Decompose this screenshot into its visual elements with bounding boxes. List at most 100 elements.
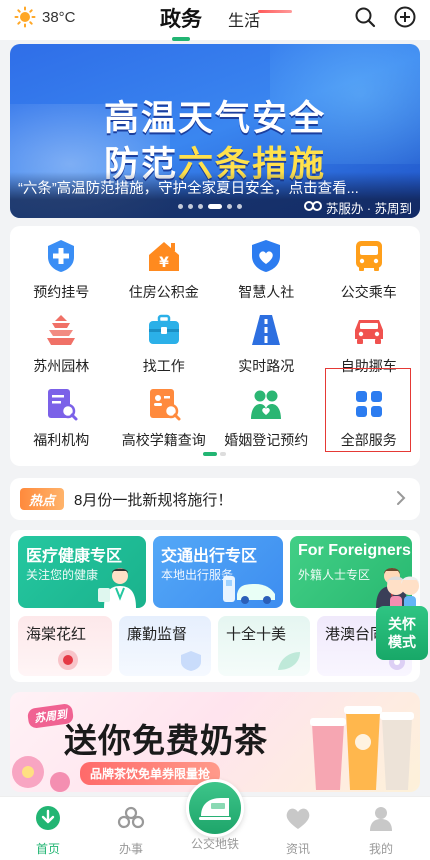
top-actions: [354, 6, 416, 33]
service-label: 住房公积金: [128, 284, 199, 300]
promo-headline: 送你免费奶茶: [64, 722, 268, 759]
top-bar: 38°C 政务 生活: [0, 0, 430, 41]
zone-lianqin[interactable]: 廉勤监督: [119, 616, 211, 676]
heart-icon: [284, 805, 312, 836]
service-label: 找工作: [142, 358, 185, 374]
care-mode-line2: 模式: [388, 634, 416, 650]
zone-title: 廉勤监督: [127, 626, 188, 643]
zones-panel: 医疗健康专区 关注您的健康 交通出行专区 本地出行服务 For Foreigne…: [10, 530, 420, 682]
service-label: 高校学籍查询: [121, 432, 206, 448]
service-housing-fund[interactable]: ¥ 住房公积金: [113, 230, 216, 304]
service-label: 智慧人社: [238, 284, 295, 300]
service-label: 婚姻登记预约: [224, 432, 309, 448]
nav-transit-label: 公交地铁: [190, 837, 239, 851]
nav-transit-button[interactable]: [186, 779, 244, 837]
sun-icon: [14, 6, 36, 28]
add-icon[interactable]: [394, 6, 416, 33]
zone-title: 医疗健康专区: [26, 548, 123, 565]
doctor-illustration: [98, 568, 136, 608]
service-bus[interactable]: 公交乘车: [318, 230, 421, 304]
service-marriage[interactable]: 婚姻登记预约: [215, 378, 318, 452]
banner-pagination: [178, 204, 242, 209]
zone-title: 交通出行专区: [161, 548, 258, 565]
road-icon: [246, 310, 286, 350]
hot-notice[interactable]: 热点 8月份一批新规将施行！: [10, 478, 420, 520]
tab-life[interactable]: 生活: [228, 7, 292, 39]
service-traffic[interactable]: 实时路况: [215, 304, 318, 378]
service-student-status[interactable]: 高校学籍查询: [113, 378, 216, 452]
highlight-box: [325, 368, 411, 452]
nav-mine[interactable]: 我的: [346, 805, 416, 857]
weather-temperature: 38°C: [42, 8, 76, 26]
service-appointment[interactable]: 预约挂号: [10, 230, 113, 304]
zone-subtitle: 关注您的健康: [26, 568, 99, 582]
nav-affairs-label: 办事: [118, 842, 143, 856]
profile-search-icon: [144, 384, 184, 424]
weather-widget[interactable]: 38°C: [14, 6, 76, 28]
zone-title: 海棠花红: [26, 626, 87, 643]
couple-icon: [246, 384, 286, 424]
tab-life-label: 生活: [228, 13, 261, 30]
car-icon: [349, 310, 389, 350]
leaf-icon: [278, 652, 300, 670]
hero-banner[interactable]: 高温天气安全 防范六条措施 “六条”高温防范措施，守护全家夏日安全，点击查看..…: [10, 44, 420, 218]
nav-transit[interactable]: 公交地铁: [180, 835, 250, 852]
zone-title: For Foreigners: [298, 542, 411, 559]
document-search-icon: [41, 384, 81, 424]
milk-tea-illustration: [310, 706, 414, 790]
pagination-dot[interactable]: [178, 204, 183, 209]
services-page-indicator: [203, 452, 226, 456]
flower-icon: [58, 650, 78, 670]
service-label: 公交乘车: [340, 284, 397, 300]
service-label: 预约挂号: [33, 284, 90, 300]
nav-news-label: 资讯: [285, 842, 310, 856]
zone-transport[interactable]: 交通出行专区 本地出行服务: [153, 536, 283, 608]
zone-haitang[interactable]: 海棠花红: [18, 616, 112, 676]
care-mode-label: 关怀 模式: [376, 606, 428, 660]
ev-car-illustration: [223, 576, 275, 604]
service-find-job[interactable]: 找工作: [113, 304, 216, 378]
banner-source: 苏服办 · 苏周到: [303, 198, 412, 217]
service-label: 苏州园林: [33, 358, 90, 374]
pagoda-icon: [41, 310, 81, 350]
tab-government[interactable]: 政务: [160, 3, 202, 41]
indicator-inactive: [220, 452, 226, 456]
service-suzhou-gardens[interactable]: 苏州园林: [10, 304, 113, 378]
pagination-dot[interactable]: [198, 204, 203, 209]
zone-shiquan[interactable]: 十全十美: [218, 616, 310, 676]
shield-icon: [181, 651, 201, 671]
suzhou-logo-icon: [303, 199, 322, 216]
zone-medical[interactable]: 医疗健康专区 关注您的健康: [18, 536, 146, 608]
banner-caption: “六条”高温防范措施，守护全家夏日安全，点击查看...: [18, 181, 359, 197]
nav-affairs[interactable]: 办事: [96, 805, 166, 857]
search-icon[interactable]: [354, 6, 376, 33]
briefcase-icon: [144, 310, 184, 350]
nav-mine-label: 我的: [368, 842, 393, 856]
user-icon: [368, 805, 394, 836]
zone-title: 十全十美: [226, 626, 287, 643]
service-label: 福利机构: [33, 432, 90, 448]
zone-subtitle: 外籍人士专区: [298, 568, 371, 582]
pagination-dot-active[interactable]: [208, 204, 222, 209]
pagination-dot[interactable]: [227, 204, 232, 209]
pagination-dot[interactable]: [188, 204, 193, 209]
notice-text: 8月份一批新规将施行！: [74, 491, 233, 509]
banner-headline-1: 高温天气安全: [103, 99, 326, 138]
svg-text:¥: ¥: [159, 255, 169, 271]
service-move-car[interactable]: 自助挪车: [318, 304, 421, 378]
service-social-security[interactable]: 智慧人社: [215, 230, 318, 304]
tab-life-indicator: [258, 10, 292, 13]
train-icon: [199, 798, 231, 820]
medical-cross-icon: [41, 236, 81, 276]
nav-news[interactable]: 资讯: [263, 805, 333, 857]
service-label: 实时路况: [238, 358, 295, 374]
nav-home[interactable]: 首页: [13, 805, 83, 857]
services-panel: 预约挂号 ¥ 住房公积金 智慧人社 公交乘车 苏州园林 找工作 实时路况 自助挪…: [10, 226, 420, 466]
care-mode-button[interactable]: 关怀 模式: [376, 570, 428, 662]
indicator-active: [203, 452, 217, 456]
promo-banner[interactable]: 苏周到 送你免费奶茶 品牌茶饮免单券限量抢: [10, 692, 420, 792]
home-download-icon: [35, 805, 61, 836]
shield-heart-icon: [246, 236, 286, 276]
service-welfare[interactable]: 福利机构: [10, 378, 113, 452]
pagination-dot[interactable]: [237, 204, 242, 209]
